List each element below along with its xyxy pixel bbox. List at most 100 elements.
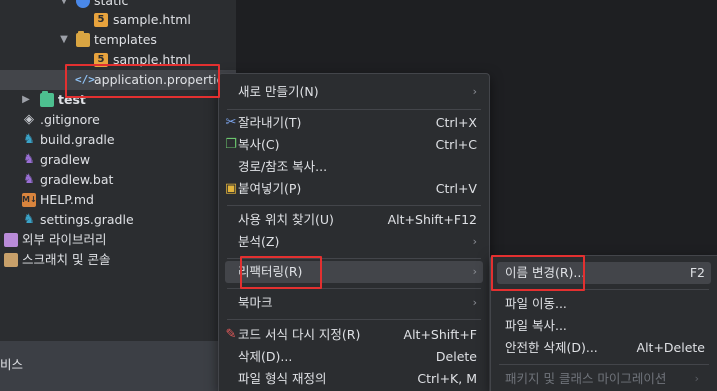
tree-item-label: sample.html: [113, 12, 191, 27]
project-tree-panel: ▼ static 5 sample.html ▼ templates 5 sam…: [0, 0, 236, 391]
menu-item-label: 파일 복사...: [505, 318, 567, 333]
menu-item-label: 코드 서식 다시 지정(R): [238, 327, 361, 342]
menu-separator: [227, 205, 481, 206]
menu-item-label: 리팩터링(R): [238, 264, 303, 279]
gradle-icon: ♞: [23, 212, 35, 227]
chevron-down-icon[interactable]: ▼: [58, 30, 70, 50]
menu-item-label: 파일 이동...: [505, 296, 567, 311]
menu-item-label: 분석(Z): [238, 234, 280, 249]
menu-item-copy-path[interactable]: 경로/참조 복사...: [225, 156, 483, 178]
menu-item-refactor[interactable]: 리팩터링(R) ›: [225, 261, 483, 283]
menu-item-shortcut: F2: [689, 265, 705, 280]
gradle-icon: ♞: [23, 132, 35, 147]
menu-item-new[interactable]: 새로 만들기(N) ›: [225, 81, 483, 103]
scratch-icon: [4, 253, 18, 267]
menu-separator: [227, 109, 481, 110]
services-tab[interactable]: 비스: [0, 341, 236, 391]
tree-item-gitignore[interactable]: ◈ .gitignore: [0, 110, 236, 130]
menu-item-label: 새로 만들기(N): [238, 84, 319, 99]
menu-item-label: 패키지 및 클래스 마이그레이션: [505, 371, 667, 386]
tree-item-label: application.properties: [94, 72, 231, 87]
tree-item-label: .gitignore: [40, 112, 100, 127]
tree-item-external-libraries[interactable]: 외부 라이브러리: [0, 230, 236, 250]
tree-item-label: gradlew.bat: [40, 172, 114, 187]
menu-item-shortcut: Ctrl+C: [435, 137, 477, 152]
clipboard-icon: ▣: [224, 181, 238, 196]
menu-item-label: 잘라내기(T): [238, 115, 302, 130]
chevron-right-icon: ›: [472, 85, 477, 98]
test-folder-icon: [40, 91, 54, 107]
menu-item-label: 북마크: [238, 295, 273, 310]
menu-item-shortcut: Alt+Delete: [636, 340, 705, 355]
tree-item-label: build.gradle: [40, 132, 115, 147]
tree-item-scratches[interactable]: 스크래치 및 콘솔: [0, 250, 236, 270]
menu-item-shortcut: Ctrl+V: [435, 181, 477, 196]
menu-item-label: 안전한 삭제(D)...: [505, 340, 598, 355]
menu-separator: [499, 364, 709, 365]
menu-item-shortcut: Ctrl+K, M: [417, 371, 477, 386]
menu-item-copy[interactable]: ❐ 복사(C) Ctrl+C: [225, 134, 483, 156]
services-tab-label: 비스: [0, 357, 24, 372]
tree-item-sample-html-2[interactable]: 5 sample.html: [0, 50, 236, 70]
folder-icon: [76, 31, 90, 47]
gitignore-icon: ◈: [24, 112, 34, 127]
reformat-code-icon: ✎: [225, 327, 237, 342]
gradle-icon: ♞: [23, 152, 35, 167]
properties-file-icon: </>: [75, 73, 95, 86]
menu-separator: [227, 288, 481, 289]
menu-item-analyze[interactable]: 분석(Z) ›: [225, 231, 483, 253]
tree-item-gradlew[interactable]: ♞ gradlew: [0, 150, 236, 170]
chevron-right-icon[interactable]: ▶: [20, 90, 32, 110]
tree-item-settings-gradle[interactable]: ♞ settings.gradle: [0, 210, 236, 230]
tree-item-templates[interactable]: ▼ templates: [0, 30, 236, 50]
chevron-right-icon: ›: [694, 372, 699, 385]
tree-item-label: templates: [94, 32, 157, 47]
tree-item-label: 외부 라이브러리: [22, 232, 107, 247]
html-file-icon: 5: [94, 53, 108, 67]
tree-item-build-gradle[interactable]: ♞ build.gradle: [0, 130, 236, 150]
tree-item-application-properties[interactable]: </> application.properties: [0, 70, 236, 90]
menu-item-shortcut: Alt+Shift+F: [403, 327, 477, 342]
tree-item-gradlew-bat[interactable]: ♞ gradlew.bat: [0, 170, 236, 190]
menu-item-shortcut: Delete: [435, 349, 477, 364]
tree-item-label: gradlew: [40, 152, 91, 167]
scissors-icon: ✂: [225, 115, 237, 130]
menu-item-label: 삭제(D)...: [238, 349, 293, 364]
menu-item-label: 붙여넣기(P): [238, 181, 302, 196]
refactor-submenu: 이름 변경(R)... F2 파일 이동... 파일 복사... 안전한 삭제(…: [490, 255, 717, 391]
globe-folder-icon: [76, 0, 90, 8]
menu-item-delete[interactable]: 삭제(D)... Delete: [225, 346, 483, 368]
tree-item-test[interactable]: ▶ test: [0, 90, 236, 110]
tree-item-label: settings.gradle: [40, 212, 134, 227]
menu-item-bookmarks[interactable]: 북마크 ›: [225, 292, 483, 314]
menu-item-label: 복사(C): [238, 137, 280, 152]
menu-item-label: 경로/참조 복사...: [238, 159, 328, 174]
menu-item-find-usages[interactable]: 사용 위치 찾기(U) Alt+Shift+F12: [225, 209, 483, 231]
menu-separator: [227, 319, 481, 320]
library-icon: [4, 233, 18, 247]
menu-item-label: 사용 위치 찾기(U): [238, 212, 334, 227]
menu-item-shortcut: Alt+Shift+F12: [387, 212, 477, 227]
tree-item-label: sample.html: [113, 52, 191, 67]
menu-item-label: 이름 변경(R)...: [505, 265, 586, 280]
submenu-item-move-file[interactable]: 파일 이동...: [497, 293, 711, 315]
chevron-right-icon: ›: [472, 265, 477, 278]
submenu-item-copy-file[interactable]: 파일 복사...: [497, 315, 711, 337]
submenu-item-safe-delete[interactable]: 안전한 삭제(D)... Alt+Delete: [497, 337, 711, 359]
tree-item-label: test: [58, 92, 86, 107]
markdown-icon: M↓: [22, 193, 37, 207]
menu-item-reformat-code[interactable]: ✎ 코드 서식 다시 지정(R) Alt+Shift+F: [225, 324, 483, 346]
menu-item-override-file-type[interactable]: 파일 형식 재정의 Ctrl+K, M: [225, 368, 483, 390]
submenu-item-rename[interactable]: 이름 변경(R)... F2: [497, 262, 711, 284]
submenu-item-migrate[interactable]: 패키지 및 클래스 마이그레이션 ›: [497, 368, 711, 390]
menu-separator: [499, 289, 709, 290]
copy-icon: ❐: [225, 137, 237, 152]
menu-item-cut[interactable]: ✂ 잘라내기(T) Ctrl+X: [225, 112, 483, 134]
tree-item-sample-html[interactable]: 5 sample.html: [0, 10, 236, 30]
tree-item-label: static: [94, 0, 129, 8]
chevron-right-icon: ›: [472, 235, 477, 248]
tree-item-label: HELP.md: [40, 192, 94, 207]
menu-item-paste[interactable]: ▣ 붙여넣기(P) Ctrl+V: [225, 178, 483, 200]
context-menu: 새로 만들기(N) › ✂ 잘라내기(T) Ctrl+X ❐ 복사(C) Ctr…: [218, 73, 490, 391]
tree-item-help-md[interactable]: M↓ HELP.md: [0, 190, 236, 210]
